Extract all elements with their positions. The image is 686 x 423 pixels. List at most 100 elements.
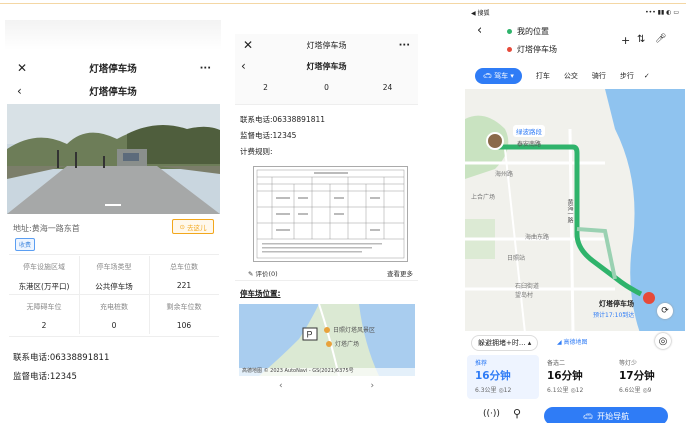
road-label: 黄海一路	[566, 199, 573, 223]
destination-input[interactable]: 灯塔停车场	[517, 44, 557, 55]
review-link[interactable]: ✎ 评价(0)	[248, 268, 278, 278]
eta-label: 预计17:10到达	[593, 312, 635, 319]
prev-arrow-icon[interactable]: ‹	[279, 381, 283, 391]
route-option-3[interactable]: 等灯少 17分钟 6.6公里 ◎9	[611, 355, 683, 399]
billing-rules-image[interactable]	[253, 166, 408, 262]
stat-value: 106	[176, 321, 192, 330]
poi-label: 日照站	[507, 255, 526, 262]
top-divider	[0, 0, 686, 4]
search-icon[interactable]: ⚲	[513, 407, 521, 420]
map-poi-label: 灯塔广场	[335, 341, 360, 348]
start-navigation-button[interactable]: 🚗︎ 开始导航	[544, 407, 668, 423]
road-label: 海州路	[495, 171, 514, 178]
title-bar: ✕ 灯塔停车场 ···	[5, 57, 221, 79]
supervise-phone[interactable]: 监督电话:12345	[240, 130, 296, 141]
road-label: 上合广场	[471, 194, 496, 201]
stats-grid-row1: 停车设施区域 停车场类型 总车位数 东港区(万平口) 公共停车场 221	[9, 262, 219, 304]
window-title: 灯塔停车场	[306, 40, 347, 50]
stat-value: 2	[41, 321, 47, 330]
next-arrow-icon[interactable]: ›	[370, 381, 374, 391]
back-icon[interactable]: ‹	[17, 84, 22, 98]
more-icon[interactable]: ···	[399, 40, 410, 51]
parking-photo[interactable]	[7, 104, 220, 214]
route-option-2[interactable]: 备选二 16分钟 6.1公里 ◎12	[539, 355, 611, 399]
stat-value: 0	[324, 83, 329, 92]
amap-logo: ◢ 高德地图	[557, 339, 588, 346]
route-map[interactable]: 绿波路段 泰安南路 海州路 海曲东路 上合广场 日照站 石臼街道 望岛村 黄海一…	[465, 89, 685, 333]
back-icon[interactable]: ‹	[477, 23, 482, 38]
swap-icon[interactable]: ⇅	[637, 34, 645, 45]
stat-value: 2	[263, 83, 268, 92]
route-preference-dropdown[interactable]: 躲避拥堵+时... ▴	[471, 335, 539, 351]
refresh-icon[interactable]: ⟳	[657, 303, 673, 319]
charge-badge: 收费	[15, 238, 36, 251]
microphone-icon[interactable]: 🎤︎	[655, 34, 666, 44]
poi-label: 望岛村	[515, 292, 534, 299]
stat-value: 东港区(万平口)	[18, 282, 70, 291]
stat-value: 0	[111, 321, 117, 330]
car-icon: 🚗︎	[582, 411, 594, 421]
status-bar: ◀ 搜狐 ••• ▮▮ ◐ ▭	[465, 5, 685, 19]
tab-bike[interactable]: 骑行	[592, 71, 606, 81]
tab-transit[interactable]: 公交	[564, 71, 578, 81]
more-icon[interactable]: ···	[200, 63, 211, 74]
add-waypoint-icon[interactable]: +	[621, 34, 630, 47]
travel-mode-tabs: 🚗︎ 驾车 ▾ 打车 公交 骑行 步行 ✓	[469, 67, 681, 85]
parking-info-panel: ✕ 灯塔停车场 ··· ‹ 灯塔停车场 2 0 24 联系电话:06338891…	[235, 34, 418, 400]
origin-dot-icon	[507, 29, 512, 34]
contact-phone[interactable]: 联系电话:06338891811	[240, 114, 325, 125]
voice-icon[interactable]: ((·))	[483, 409, 500, 419]
tab-taxi[interactable]: 打车	[536, 71, 550, 81]
road-label: 泰安南路	[517, 141, 542, 148]
parking-detail-panel: ✕ 灯塔停车场 ··· ‹ 灯塔停车场 地址:黄海一路东首 ⊙ 去这儿 收费 停	[5, 20, 221, 406]
review-row: ✎ 评价(0) 查看更多	[248, 268, 413, 278]
tab-drive[interactable]: 🚗︎ 驾车 ▾	[475, 68, 522, 84]
stat-label: 总车位数	[170, 263, 198, 271]
location-pin-icon: ⊙	[179, 222, 185, 231]
stat-label: 剩余车位数	[166, 303, 202, 311]
stat-label: 停车设施区域	[23, 263, 65, 271]
destination-dot-icon	[507, 47, 512, 52]
stat-label: 充电桩数	[100, 303, 128, 311]
title-bar: ✕ 灯塔停车场 ···	[235, 34, 418, 56]
stat-label: 无障碍车位	[26, 303, 62, 311]
location-label: 停车场位置:	[240, 289, 281, 298]
stat-value: 221	[176, 281, 192, 290]
tab-walk[interactable]: 步行	[620, 71, 634, 81]
page-title: 灯塔停车场	[89, 87, 137, 98]
map-copyright: 高德地图 © 2023 AutoNavi - GS(2021)6375号	[242, 368, 354, 374]
stats-grid-row2: 无障碍车位 充电桩数 剩余车位数 2 0 106	[9, 302, 219, 344]
origin-input[interactable]: 我的位置	[517, 26, 549, 37]
more-tabs-icon[interactable]: ✓	[644, 72, 650, 80]
view-more-link[interactable]: 查看更多	[387, 268, 413, 278]
back-icon[interactable]: ‹	[241, 59, 246, 73]
bottom-nav: ‹ ›	[235, 378, 418, 394]
stat-value: 24	[382, 83, 393, 92]
navigation-app: ◀ 搜狐 ••• ▮▮ ◐ ▭ ‹ 我的位置 灯塔停车场 + ⇅ 🎤︎ 🚗︎ 驾…	[465, 5, 685, 423]
locate-icon[interactable]: ◎	[655, 333, 671, 349]
stat-value: 公共停车场	[95, 282, 133, 291]
status-left: ◀ 搜狐	[471, 9, 490, 17]
route-option-1[interactable]: 推荐 16分钟 6.3公里 ◎12	[467, 355, 539, 399]
destination-label: 灯塔停车场	[599, 300, 634, 308]
status-icons: ••• ▮▮ ◐ ▭	[645, 8, 679, 16]
map-poi-label: 日照灯塔风景区	[333, 327, 376, 334]
svg-text:P: P	[307, 330, 313, 340]
page-header: ‹ 灯塔停车场	[5, 80, 221, 102]
location-map[interactable]: P 日照灯塔风景区 灯塔广场 高德地图 © 2023 AutoNavi - GS…	[239, 304, 415, 376]
green-wave-tag: 绿波路段	[513, 125, 545, 137]
contact-phone[interactable]: 联系电话:06338891811	[13, 351, 109, 363]
stats-values-row: 2 0 24	[235, 83, 418, 92]
stat-label: 停车场类型	[96, 263, 132, 271]
route-input-card: ‹ 我的位置 灯塔停车场 + ⇅ 🎤︎	[469, 21, 681, 66]
supervise-phone[interactable]: 监督电话:12345	[13, 370, 77, 382]
address-text: 地址:黄海一路东首	[13, 224, 80, 233]
close-icon[interactable]: ✕	[17, 61, 27, 75]
page-header: ‹ 灯塔停车场	[235, 55, 418, 77]
road-label: 海曲东路	[525, 234, 550, 241]
close-icon[interactable]: ✕	[243, 38, 253, 52]
window-title: 灯塔停车场	[89, 64, 137, 75]
page-title: 灯塔停车场	[306, 61, 347, 71]
navigate-button[interactable]: ⊙ 去这儿	[172, 219, 214, 234]
billing-rules-label: 计费规则:	[240, 147, 273, 156]
